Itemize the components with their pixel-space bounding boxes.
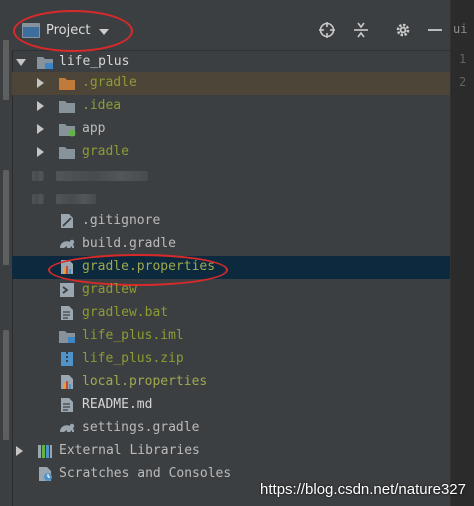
project-toolbar: Project — [12, 8, 450, 52]
tree-item-label: gradlew.bat — [82, 305, 169, 320]
tree-item-label: README.md — [82, 397, 153, 412]
strip-tab-resource[interactable] — [3, 170, 9, 265]
redacted-block — [56, 194, 96, 204]
archive-icon — [61, 352, 73, 366]
redacted-block — [32, 194, 44, 204]
tree-row-root[interactable]: life_plus — [12, 51, 450, 74]
editor-tab-label[interactable]: ui — [453, 22, 467, 36]
folder-icon — [59, 147, 75, 159]
chevron-down-icon[interactable] — [16, 59, 26, 66]
collapse-all-button[interactable] — [352, 21, 370, 39]
tree-item-label: External Libraries — [59, 443, 200, 458]
editor-gutter: ui 1 2 — [450, 0, 474, 506]
strip-tab-project[interactable] — [3, 40, 9, 100]
tree-item-label: life_plus.iml — [82, 328, 184, 343]
chevron-right-icon[interactable] — [37, 78, 44, 88]
gradle-elephant-icon — [60, 239, 75, 248]
folder-icon — [59, 101, 75, 113]
tree-item-label: .idea — [82, 98, 122, 113]
tree-item-label: build.gradle — [82, 236, 176, 251]
libraries-icon — [38, 445, 52, 458]
redacted-block — [56, 171, 148, 181]
chevron-right-icon[interactable] — [37, 147, 44, 157]
line-number: 1 — [459, 52, 467, 66]
tree-row-app[interactable]: app — [12, 118, 450, 141]
tree-item-label: gradle.properties — [82, 259, 216, 274]
settings-button[interactable] — [394, 21, 412, 39]
line-number: 2 — [459, 75, 467, 89]
project-view-label: Project — [46, 22, 91, 38]
tree-item-label: life_plus.zip — [82, 351, 184, 366]
tree-row-gradlew[interactable]: gradlew — [12, 279, 450, 302]
tree-item-label: life_plus — [59, 54, 130, 69]
folder-icon — [59, 78, 75, 90]
project-view-selector[interactable]: Project — [22, 19, 110, 41]
tree-item-label: .gradle — [82, 75, 137, 90]
tree-row-iml[interactable]: life_plus.iml — [12, 325, 450, 348]
tree-row-gradlew-bat[interactable]: gradlew.bat — [12, 302, 450, 325]
tree-row-idea[interactable]: .idea — [12, 95, 450, 118]
tree-row-local-properties[interactable]: local.properties — [12, 371, 450, 394]
gear-icon — [396, 23, 410, 37]
module-file-icon — [59, 331, 75, 343]
tree-item-label: .gitignore — [82, 213, 161, 228]
tree-row-settings-gradle[interactable]: settings.gradle — [12, 417, 450, 440]
text-file-icon — [61, 306, 73, 320]
tree-row-gradle-properties[interactable]: gradle.properties — [12, 256, 450, 279]
tree-item-label: settings.gradle — [82, 420, 200, 435]
collapse-all-icon — [354, 22, 368, 38]
ignore-file-icon — [61, 214, 73, 228]
shell-script-icon — [60, 283, 74, 297]
scratches-icon — [39, 467, 52, 481]
tree-row-gradle[interactable]: gradle — [12, 141, 450, 164]
tree-item-label: gradlew — [82, 282, 137, 297]
redacted-block — [32, 171, 44, 181]
tree-item-label: local.properties — [82, 374, 208, 389]
tree-row-redacted[interactable] — [12, 187, 450, 210]
tree-row-redacted[interactable] — [12, 164, 450, 187]
chevron-right-icon[interactable] — [37, 101, 44, 111]
properties-file-icon — [61, 375, 73, 389]
text-file-icon — [61, 398, 73, 412]
android-module-icon — [59, 124, 76, 137]
tree-row-external-libraries[interactable]: External Libraries — [12, 440, 450, 463]
tree-item-label: Scratches and Consoles — [59, 466, 232, 481]
strip-tab-structure[interactable] — [3, 330, 9, 440]
locate-file-button[interactable] — [318, 21, 336, 39]
tree-row-gitignore[interactable]: .gitignore — [12, 210, 450, 233]
chevron-down-icon — [99, 28, 110, 35]
tree-item-label: gradle — [82, 144, 129, 159]
minimize-icon — [428, 29, 442, 31]
watermark: https://blog.csdn.net/nature327 — [260, 481, 466, 498]
tree-item-label: app — [82, 121, 106, 136]
tree-row-readme[interactable]: README.md — [12, 394, 450, 417]
project-tree: life_plus .gradle .idea app gradle .giti… — [12, 51, 450, 506]
module-folder-icon — [37, 57, 53, 69]
tree-row-build-gradle[interactable]: build.gradle — [12, 233, 450, 256]
properties-file-icon — [61, 260, 73, 274]
hide-button[interactable] — [426, 21, 444, 39]
chevron-right-icon[interactable] — [37, 124, 44, 134]
gradle-elephant-icon — [60, 423, 75, 432]
crosshair-icon — [319, 22, 335, 38]
project-window-icon — [22, 22, 40, 38]
tree-row-dot-gradle[interactable]: .gradle — [12, 72, 450, 95]
tree-row-zip[interactable]: life_plus.zip — [12, 348, 450, 371]
chevron-right-icon[interactable] — [16, 446, 23, 456]
